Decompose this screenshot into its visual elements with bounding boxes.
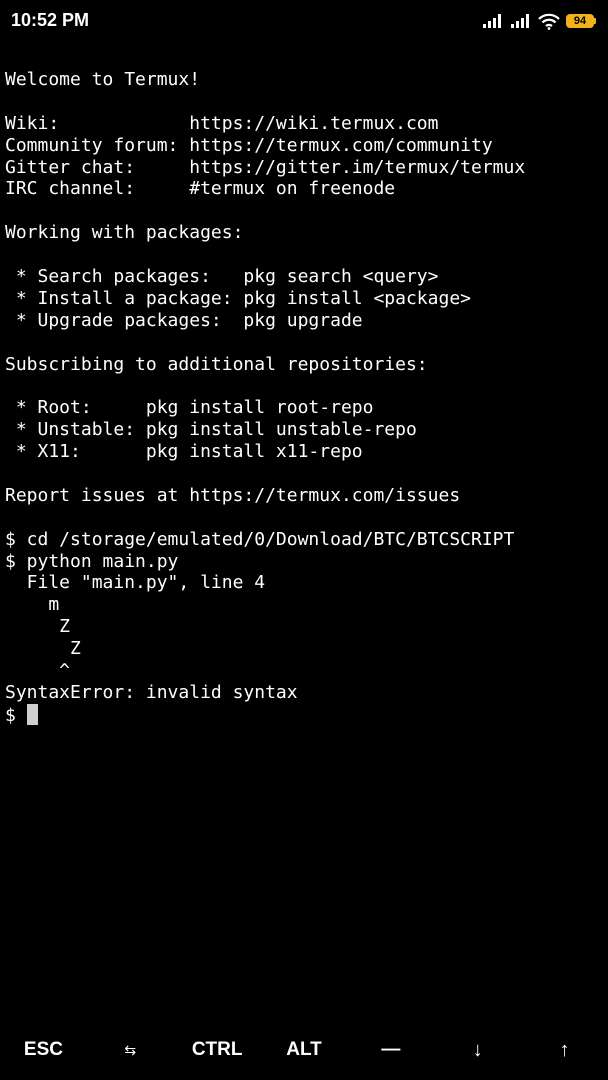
signal-icon xyxy=(482,13,504,29)
terminal-line: Working with packages: xyxy=(5,222,244,244)
terminal-line: * Upgrade packages: pkg upgrade xyxy=(5,309,363,331)
terminal-line: $ python main.py xyxy=(5,550,179,572)
status-time: 10:52 PM xyxy=(11,10,90,30)
extra-keys-bar: ESC ⇆ CTRL ALT — ↓ ↑ xyxy=(0,1028,608,1072)
wifi-icon xyxy=(538,13,560,30)
terminal-line: * Unstable: pkg install unstable-repo xyxy=(5,419,417,441)
terminal-line: File "main.py", line 4 xyxy=(5,572,266,594)
prompt: $ xyxy=(5,704,27,726)
terminal-line: * Root: pkg install root-repo xyxy=(5,397,374,419)
terminal-line: $ cd /storage/emulated/0/Download/BTC/BT… xyxy=(5,528,515,550)
terminal-line: Wiki: https://wiki.termux.com xyxy=(5,112,439,134)
status-icons: 94 xyxy=(482,11,596,31)
terminal-line: SyntaxError: invalid syntax xyxy=(5,681,298,703)
signal-icon xyxy=(510,13,532,29)
terminal-line: Z xyxy=(5,616,71,638)
ctrl-key[interactable]: CTRL xyxy=(174,1028,261,1072)
terminal-line: Subscribing to additional repositories: xyxy=(5,353,428,375)
esc-key[interactable]: ESC xyxy=(0,1028,87,1072)
terminal-line: Community forum: https://termux.com/comm… xyxy=(5,134,493,156)
battery-icon: 94 xyxy=(566,14,596,28)
terminal-line: IRC channel: #termux on freenode xyxy=(5,178,396,200)
terminal-line: Gitter chat: https://gitter.im/termux/te… xyxy=(5,156,526,178)
terminal-cursor xyxy=(26,703,38,725)
terminal-line: * Install a package: pkg install <packag… xyxy=(5,287,471,309)
terminal-line: * Search packages: pkg search <query> xyxy=(5,266,439,288)
up-arrow-key[interactable]: ↑ xyxy=(521,1028,608,1072)
down-arrow-key[interactable]: ↓ xyxy=(434,1028,521,1072)
terminal-line: ^ xyxy=(5,660,71,682)
terminal-prompt-line[interactable]: $ xyxy=(5,703,605,726)
terminal-line: Z xyxy=(5,638,81,660)
terminal-line: Welcome to Termux! xyxy=(5,69,201,90)
terminal-line: Report issues at https://termux.com/issu… xyxy=(5,484,461,506)
tab-key[interactable]: ⇆ xyxy=(87,1028,174,1072)
battery-level: 94 xyxy=(566,14,594,28)
status-bar: 10:52 PM 94 xyxy=(0,0,608,44)
terminal-output[interactable]: Welcome to Termux! Wiki: https://wiki.ter… xyxy=(5,69,605,726)
dash-key[interactable]: — xyxy=(347,1028,434,1072)
terminal-line: * X11: pkg install x11-repo xyxy=(5,441,363,463)
terminal-line: m xyxy=(5,594,60,616)
alt-key[interactable]: ALT xyxy=(261,1028,348,1072)
